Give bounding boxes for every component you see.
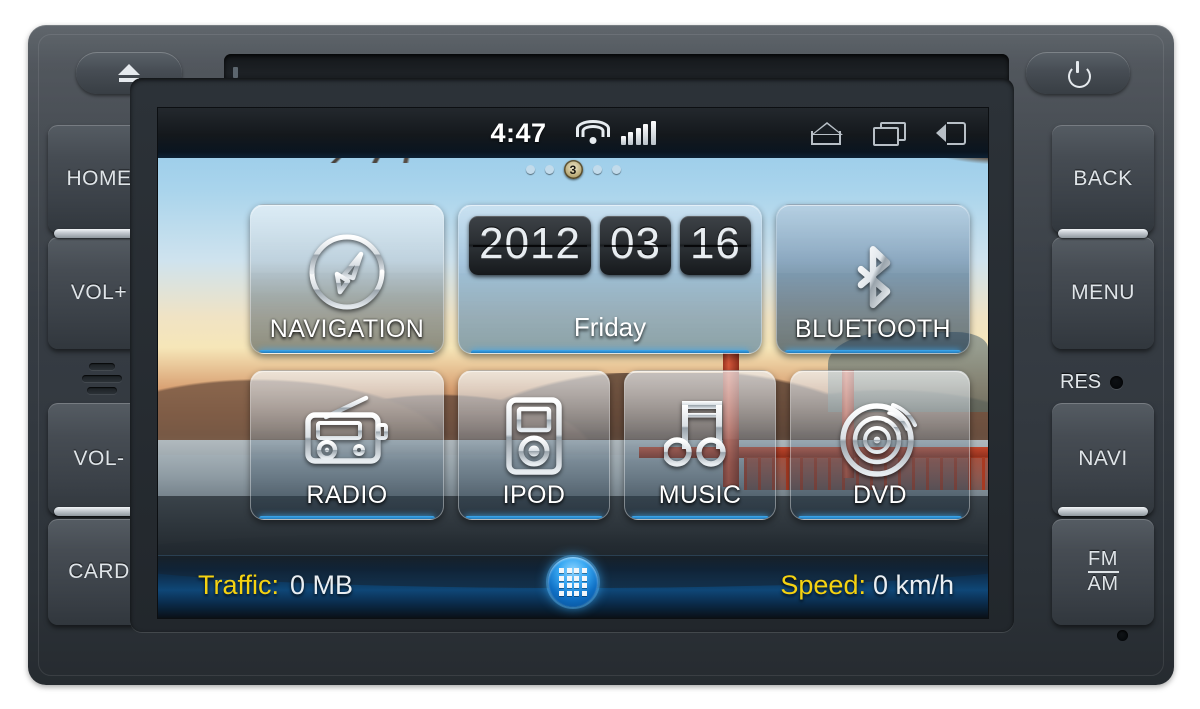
back-hard-button[interactable]: BACK bbox=[1052, 125, 1154, 233]
chrome-accent-strip-upper-right bbox=[1058, 229, 1148, 238]
reset-row: RES bbox=[1060, 371, 1162, 394]
speed-label: Speed: bbox=[780, 570, 866, 600]
fm-am-button[interactable]: FM AM bbox=[1052, 519, 1154, 625]
app-drawer-icon[interactable] bbox=[548, 557, 598, 607]
tile-bluetooth[interactable]: BLUETOOTH bbox=[776, 204, 970, 354]
tile-label: BLUETOOTH bbox=[795, 315, 951, 343]
tile-ipod[interactable]: IPOD bbox=[458, 370, 610, 520]
speed-readout: Speed: 0 km/h bbox=[780, 570, 954, 601]
bluetooth-icon bbox=[777, 229, 969, 321]
tile-date-widget[interactable]: 2012 03 16 Friday bbox=[458, 204, 762, 354]
ipod-icon bbox=[459, 395, 609, 477]
power-icon bbox=[1066, 61, 1091, 88]
back-button-label: BACK bbox=[1073, 166, 1133, 190]
navi-hard-button[interactable]: NAVI bbox=[1052, 403, 1154, 515]
navi-button-label: NAVI bbox=[1078, 446, 1128, 470]
tile-radio[interactable]: RADIO bbox=[250, 370, 444, 520]
tile-label: MUSIC bbox=[658, 481, 742, 509]
fm-label: FM bbox=[1087, 549, 1119, 573]
radio-icon bbox=[251, 395, 443, 467]
home-button-label: HOME bbox=[66, 166, 132, 190]
disc-icon bbox=[791, 395, 969, 481]
menu-hard-button[interactable]: MENU bbox=[1052, 237, 1154, 349]
screenshot-root: HOME VOL+ VOL- CARD BACK MENU RES NAVI F… bbox=[0, 0, 1200, 709]
traffic-value: 0 MB bbox=[290, 570, 354, 600]
tile-navigation[interactable]: NAVIGATION bbox=[250, 204, 444, 354]
tile-label: RADIO bbox=[306, 481, 388, 509]
tile-label: DVD bbox=[853, 481, 907, 509]
volume-down-label: VOL- bbox=[73, 446, 125, 470]
status-footer: Traffic: 0 MB Speed: 0 km/h bbox=[158, 530, 988, 618]
menu-button-label: MENU bbox=[1071, 280, 1135, 304]
touchscreen[interactable]: 4:47 3 NAVIGATION 2012 03 16 Friday BLUE… bbox=[158, 108, 988, 618]
traffic-readout: Traffic: 0 MB bbox=[198, 570, 353, 601]
am-label: AM bbox=[1087, 573, 1119, 595]
microphone-hole bbox=[1117, 630, 1128, 641]
date-year: 2012 bbox=[469, 216, 591, 276]
date-weekday: Friday bbox=[573, 312, 647, 342]
reset-pinhole[interactable] bbox=[1110, 376, 1124, 389]
speaker-grille bbox=[82, 363, 122, 395]
music-note-icon bbox=[625, 395, 775, 475]
fm-am-label: FM AM bbox=[1087, 549, 1119, 595]
date-day: 16 bbox=[679, 216, 751, 276]
flip-clock-widget: 2012 03 16 bbox=[459, 216, 761, 276]
chrome-accent-strip-lower-right bbox=[1058, 507, 1148, 516]
power-button[interactable] bbox=[1026, 52, 1130, 94]
card-button-label: CARD bbox=[68, 559, 130, 583]
tile-music[interactable]: MUSIC bbox=[624, 370, 776, 520]
speed-value: 0 km/h bbox=[872, 570, 954, 600]
tile-label: IPOD bbox=[502, 481, 566, 509]
slot-indicator-light bbox=[233, 67, 238, 78]
right-button-column: BACK MENU RES NAVI FM AM bbox=[1052, 125, 1154, 625]
tile-dvd[interactable]: DVD bbox=[790, 370, 970, 520]
reset-label: RES bbox=[1060, 371, 1102, 393]
compass-icon bbox=[251, 229, 443, 315]
volume-up-label: VOL+ bbox=[70, 280, 128, 304]
tile-label: NAVIGATION bbox=[269, 315, 425, 343]
traffic-label: Traffic: bbox=[198, 570, 280, 600]
date-month: 03 bbox=[599, 216, 671, 276]
